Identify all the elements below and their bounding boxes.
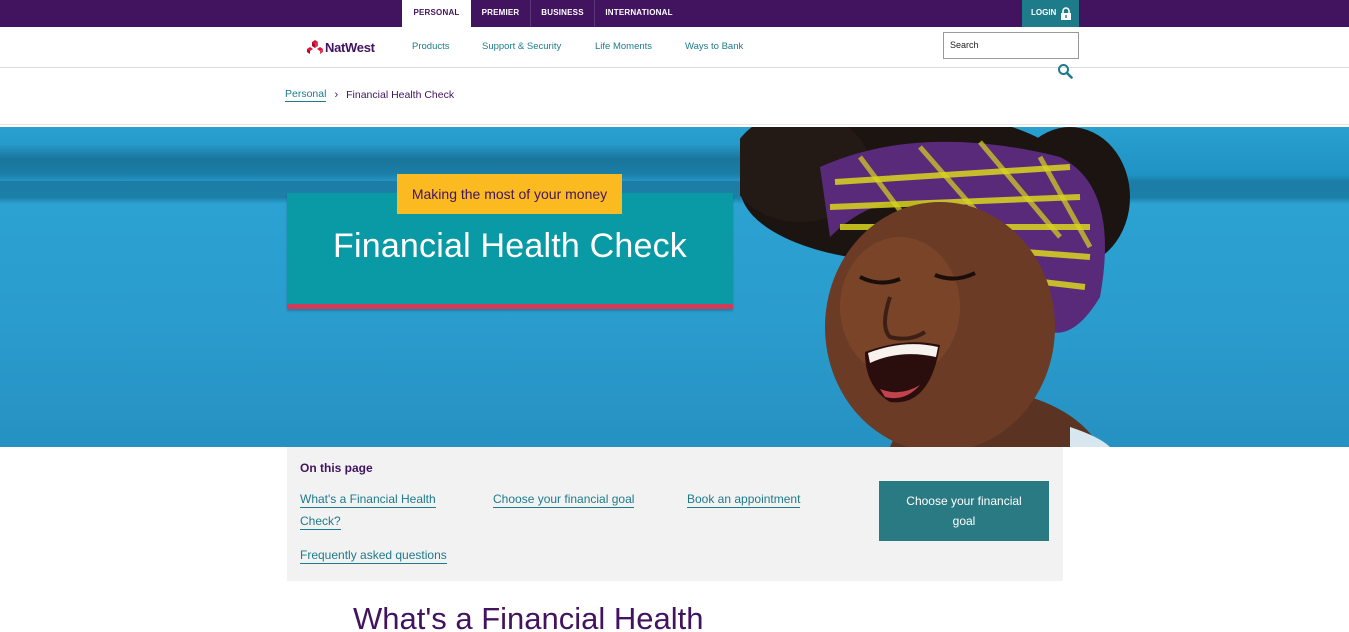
nav-life-moments[interactable]: Life Moments [595,41,652,52]
breadcrumb: Personal › Financial Health Check [285,88,454,102]
cta-line-1: Choose your financial [906,494,1022,508]
on-this-page-panel: On this page What's a Financial Health C… [287,447,1063,581]
page-title: Financial Health Check [332,227,687,265]
brand-name: NatWest [325,39,375,55]
link-label: Frequently asked questions [300,548,447,564]
divider [0,124,1349,125]
natwest-logo[interactable]: NatWest [307,39,375,55]
link-line-2: Check? [300,514,341,530]
choose-financial-goal-button[interactable]: Choose your financial goal [879,481,1049,541]
search-icon[interactable] [1057,63,1073,79]
link-book-appointment[interactable]: Book an appointment [687,488,801,510]
tab-international[interactable]: INTERNATIONAL [595,0,683,27]
main-nav: NatWest Products Support & Security Life… [0,27,1349,68]
search-input[interactable]: Search [943,32,1079,59]
link-label: Choose your financial goal [493,492,635,508]
nav-ways-to-bank[interactable]: Ways to Bank [685,41,743,52]
hero-banner: Financial Health Check Making the most o… [0,127,1349,447]
link-faq[interactable]: Frequently asked questions [300,544,447,566]
on-this-page-heading: On this page [300,461,373,475]
nav-support-security[interactable]: Support & Security [482,41,561,52]
login-label: LOGIN [1031,8,1057,17]
link-line-1: What's a Financial Health [300,492,436,508]
link-choose-financial-goal[interactable]: Choose your financial goal [493,488,635,510]
natwest-cubes-icon [307,40,323,54]
tab-premier[interactable]: PREMIER [471,0,531,27]
section-heading: What's a Financial Health [353,601,704,632]
link-label: Book an appointment [687,492,801,508]
cta-line-2: goal [952,514,976,528]
link-whats-financial-health-check[interactable]: What's a Financial Health Check? [300,488,436,532]
nav-products[interactable]: Products [412,41,450,52]
hero-photo [740,127,1130,447]
breadcrumb-current: Financial Health Check [346,89,455,101]
login-button[interactable]: LOGIN [1022,0,1079,27]
tab-business[interactable]: BUSINESS [531,0,595,27]
chevron-right-icon: › [334,89,339,101]
lock-icon [1061,7,1071,20]
breadcrumb-personal[interactable]: Personal [285,88,327,102]
segment-bar: PERSONAL PREMIER BUSINESS INTERNATIONAL … [0,0,1349,27]
hero-tag: Making the most of your money [397,174,622,214]
tab-personal[interactable]: PERSONAL [402,0,471,27]
